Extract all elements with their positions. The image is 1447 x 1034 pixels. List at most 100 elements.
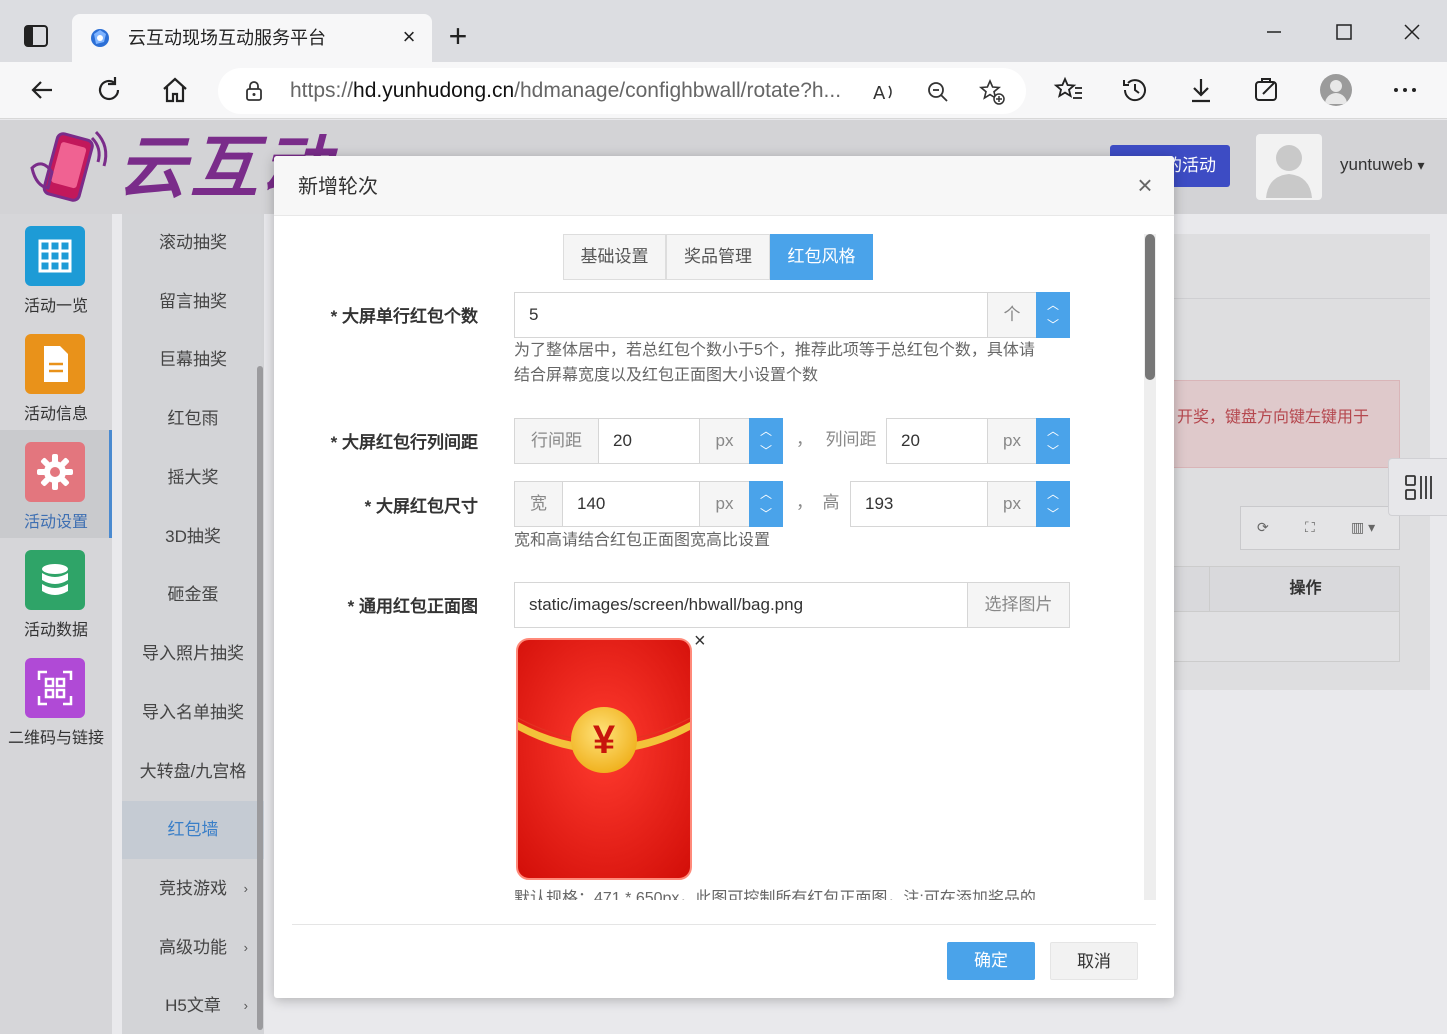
chevron-up-icon[interactable]: ︿ xyxy=(1037,298,1069,312)
refresh-icon[interactable] xyxy=(93,74,125,106)
browser-tab-bar: 云互动现场互动服务平台 × + xyxy=(0,0,1447,62)
sub-item-scroll-lottery[interactable]: 滚动抽奖 xyxy=(122,214,264,272)
user-avatar[interactable] xyxy=(1256,134,1322,200)
per-row-stepper[interactable]: ︿ ﹀ xyxy=(1036,292,1070,338)
address-bar[interactable]: https://hd.yunhudong.cn/hdmanage/configh… xyxy=(218,68,1026,114)
tab-red-packet-style[interactable]: 红包风格 xyxy=(770,234,873,280)
spacing-separator: ， xyxy=(796,430,813,449)
database-icon xyxy=(25,550,85,610)
downloads-icon[interactable] xyxy=(1185,74,1217,106)
chevron-down-icon[interactable]: ﹀ xyxy=(750,507,782,521)
chevron-down-icon[interactable]: ﹀ xyxy=(1037,507,1069,521)
minimize-icon[interactable] xyxy=(1260,18,1288,46)
back-icon[interactable] xyxy=(26,74,58,106)
sub-item-advanced-features[interactable]: 高级功能 › xyxy=(122,919,264,977)
sub-item-h5-article[interactable]: H5文章 › xyxy=(122,977,264,1034)
row-spacing-stepper[interactable]: ︿ ﹀ xyxy=(749,418,783,464)
new-tab-icon[interactable]: + xyxy=(444,20,472,52)
table-header: 操作 xyxy=(1172,566,1400,612)
logo-phone-icon xyxy=(30,130,108,202)
width-stepper[interactable]: ︿ ﹀ xyxy=(749,481,783,527)
sub-item-wheel-grid[interactable]: 大转盘/九宫格 xyxy=(122,743,264,801)
row-spacing-input[interactable]: 20 xyxy=(598,418,700,464)
chevron-down-icon[interactable]: ﹀ xyxy=(750,444,782,458)
more-options-icon[interactable] xyxy=(1389,74,1421,106)
modal-scrollbar-thumb[interactable] xyxy=(1145,234,1155,380)
chevron-right-icon: › xyxy=(243,881,248,896)
sub-item-3d-lottery[interactable]: 3D抽奖 xyxy=(122,508,264,566)
height-stepper[interactable]: ︿ ﹀ xyxy=(1036,481,1070,527)
favorites-icon[interactable] xyxy=(1053,74,1085,106)
alert-text: 开奖，键盘方向键左键用于 xyxy=(1177,409,1370,426)
sub-item-message-lottery[interactable]: 留言抽奖 xyxy=(122,273,264,331)
sub-item-list-lottery[interactable]: 导入名单抽奖 xyxy=(122,684,264,742)
height-label: 高 xyxy=(812,481,850,527)
remove-image-icon[interactable]: × xyxy=(694,630,706,652)
col-spacing-input[interactable]: 20 xyxy=(886,418,988,464)
col-spacing-stepper[interactable]: ︿ ﹀ xyxy=(1036,418,1070,464)
chevron-up-icon[interactable]: ︿ xyxy=(1037,487,1069,501)
side-float-button[interactable] xyxy=(1388,458,1447,516)
fullscreen-icon[interactable]: ⛶ xyxy=(1305,519,1315,536)
per-row-hint-line2: 结合屏幕宽度以及红包正面图大小设置个数 xyxy=(514,367,819,384)
chevron-up-icon[interactable]: ︿ xyxy=(1037,424,1069,438)
profile-icon xyxy=(1325,80,1347,104)
col-spacing-unit: px xyxy=(987,418,1037,464)
maximize-icon[interactable] xyxy=(1330,18,1358,46)
subnav-scrollbar[interactable] xyxy=(257,366,263,1030)
chevron-down-icon[interactable]: ﹀ xyxy=(1037,444,1069,458)
sub-item-golden-egg[interactable]: 砸金蛋 xyxy=(122,566,264,624)
nav-item-activity-data[interactable]: 活动数据 xyxy=(0,538,112,646)
tab-actions-icon[interactable] xyxy=(22,22,50,50)
nav-item-qrcode-links[interactable]: 二维码与链接 xyxy=(0,646,112,754)
sub-item-shake-prize[interactable]: 摇大奖 xyxy=(122,449,264,507)
choose-image-button[interactable]: 选择图片 xyxy=(967,582,1070,628)
home-icon[interactable] xyxy=(159,74,191,106)
image-path-input[interactable]: static/images/screen/hbwall/bag.png xyxy=(514,582,968,628)
columns-toggle-icon[interactable]: ▥ ▾ xyxy=(1351,519,1375,536)
nav-item-activity-info[interactable]: 活动信息 xyxy=(0,322,112,430)
confirm-button[interactable]: 确定 xyxy=(947,942,1035,980)
width-input[interactable]: 140 xyxy=(562,481,700,527)
chevron-up-icon[interactable]: ︿ xyxy=(750,487,782,501)
nav-item-activity-list[interactable]: 活动一览 xyxy=(0,214,112,322)
chevron-down-icon[interactable]: ﹀ xyxy=(1037,318,1069,332)
tab-title: 云互动现场互动服务平台 xyxy=(128,28,326,48)
sub-item-photo-lottery[interactable]: 导入照片抽奖 xyxy=(122,625,264,683)
history-icon[interactable] xyxy=(1119,74,1151,106)
height-input[interactable]: 193 xyxy=(850,481,988,527)
profile-avatar[interactable] xyxy=(1320,74,1352,106)
username-dropdown[interactable]: yuntuweb ▾ xyxy=(1340,155,1425,175)
url-text[interactable]: https://hd.yunhudong.cn/hdmanage/configh… xyxy=(290,79,841,103)
modal-close-icon[interactable]: × xyxy=(1132,172,1158,198)
width-label: 宽 xyxy=(514,481,563,527)
per-row-input[interactable]: 5 xyxy=(514,292,988,338)
refresh-table-icon[interactable]: ⟳ xyxy=(1257,519,1269,536)
nav-item-activity-settings[interactable]: 活动设置 xyxy=(0,430,112,538)
nav-label: 活动设置 xyxy=(23,514,88,531)
per-row-label: * 大屏单行红包个数 xyxy=(330,307,478,326)
extensions-icon[interactable] xyxy=(1251,74,1283,106)
close-window-icon[interactable] xyxy=(1398,18,1426,46)
gear-icon xyxy=(25,442,85,502)
tab-prize-management[interactable]: 奖品管理 xyxy=(666,234,770,280)
per-row-hint-line1: 为了整体居中，若总红包个数小于5个，推荐此项等于总红包个数，具体请 xyxy=(514,342,1035,359)
modal-scrollbar[interactable] xyxy=(1144,234,1156,900)
lock-icon[interactable] xyxy=(242,79,266,103)
tab-close-icon[interactable]: × xyxy=(398,26,420,48)
add-favorite-icon[interactable] xyxy=(978,78,1006,106)
content-divider xyxy=(1172,298,1430,299)
read-aloud-icon[interactable]: A xyxy=(870,78,898,106)
sub-item-giant-screen-lottery[interactable]: 巨幕抽奖 xyxy=(122,331,264,389)
sub-item-red-packet-wall[interactable]: 红包墙 xyxy=(122,801,264,859)
sub-item-competitive-games[interactable]: 竞技游戏 › xyxy=(122,860,264,918)
zoom-out-icon[interactable] xyxy=(924,78,952,106)
size-separator: ， xyxy=(796,493,813,512)
browser-tab[interactable]: 云互动现场互动服务平台 × xyxy=(72,14,432,62)
tab-basic-settings[interactable]: 基础设置 xyxy=(563,234,666,280)
add-round-modal: 新增轮次 × 基础设置 奖品管理 红包风格 * 大屏单行红包个数 5 个 ︿ ﹀… xyxy=(274,156,1174,998)
sub-item-red-packet-rain[interactable]: 红包雨 xyxy=(122,390,264,448)
image-label: * 通用红包正面图 xyxy=(347,597,478,616)
chevron-up-icon[interactable]: ︿ xyxy=(750,424,782,438)
cancel-button[interactable]: 取消 xyxy=(1050,942,1138,980)
